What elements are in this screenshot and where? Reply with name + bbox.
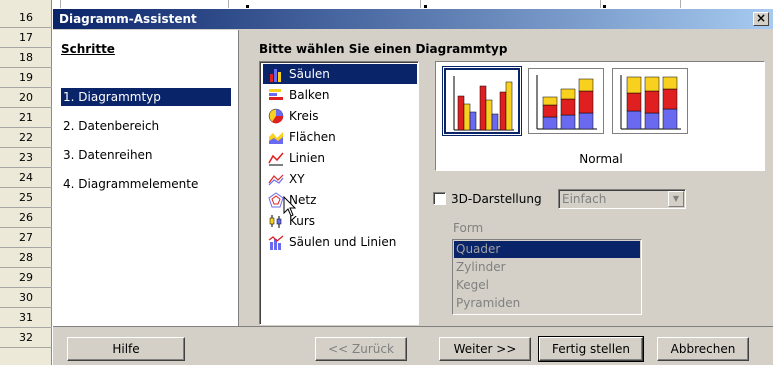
- row-number[interactable]: 25: [0, 188, 52, 208]
- step-item[interactable]: 1. Diagrammtyp: [61, 88, 231, 106]
- column-chart-icon: [270, 69, 281, 82]
- next-button[interactable]: Weiter >>: [439, 337, 531, 361]
- column-gridline: [228, 0, 229, 8]
- row-header-column: 16 17 18 19 20 21 22 23 24 25 26 27 28 29 30 31 32: [0, 0, 52, 365]
- column-line-chart-icon: [268, 235, 284, 250]
- form-list[interactable]: Quader Zylinder Kegel Pyramiden: [452, 239, 642, 315]
- dialog-title: Diagramm-Assistent: [59, 12, 197, 26]
- row-number[interactable]: 19: [0, 68, 52, 88]
- chart-wizard-dialog: Diagramm-Assistent × Schritte 1. Diagram…: [52, 8, 773, 365]
- row-number[interactable]: 31: [0, 308, 52, 328]
- variant-stacked[interactable]: [528, 68, 604, 134]
- form-option[interactable]: Kegel: [454, 277, 640, 294]
- stock-chart-icon: [269, 215, 282, 228]
- line-chart-icon: [268, 152, 284, 166]
- step-item[interactable]: 4. Diagrammelemente: [61, 175, 231, 193]
- chart-type-label: Säulen: [289, 67, 330, 81]
- chart-type-item[interactable]: Flächen: [263, 127, 417, 147]
- row-number[interactable]: 17: [0, 28, 52, 48]
- button-bar: Hilfe << Zurück Weiter >> Fertig stellen…: [53, 326, 773, 365]
- depth-select[interactable]: Einfach ▼: [558, 189, 686, 209]
- row-number[interactable]: 29: [0, 268, 52, 288]
- xy-chart-icon: [268, 174, 284, 186]
- back-button[interactable]: << Zurück: [315, 337, 407, 361]
- row-number[interactable]: 27: [0, 228, 52, 248]
- row-number[interactable]: 16: [0, 8, 52, 28]
- row-number[interactable]: 18: [0, 48, 52, 68]
- close-icon: ×: [755, 11, 767, 25]
- form-option[interactable]: Zylinder: [454, 259, 640, 276]
- row-number[interactable]: 20: [0, 88, 52, 108]
- help-button[interactable]: Hilfe: [67, 337, 185, 361]
- column-gridline: [60, 0, 61, 8]
- close-button[interactable]: ×: [753, 12, 769, 26]
- pie-chart-icon: [268, 108, 284, 124]
- area-chart-icon: [269, 132, 283, 144]
- chart-type-label: Kreis: [289, 109, 319, 123]
- chart-type-item[interactable]: Säulen: [263, 64, 417, 84]
- normal-columns-icon: [453, 76, 514, 131]
- steps-heading: Schritte: [61, 42, 115, 56]
- net-chart-icon: [268, 192, 284, 208]
- chart-type-label: Linien: [289, 151, 325, 165]
- form-option[interactable]: Quader: [454, 241, 640, 258]
- step-item[interactable]: 2. Datenbereich: [61, 117, 231, 135]
- row-number[interactable]: 32: [0, 328, 52, 348]
- dialog-titlebar[interactable]: Diagramm-Assistent ×: [53, 9, 773, 29]
- row-number[interactable]: 23: [0, 148, 52, 168]
- chart-type-item[interactable]: XY: [263, 169, 417, 189]
- steps-panel: Schritte 1. Diagrammtyp 2. Datenbereich 3.…: [53, 30, 239, 326]
- chart-type-list[interactable]: Säulen Balken Kreis Flächen Linien XY Netz Kurs…: [259, 61, 419, 325]
- chart-type-label: Flächen: [289, 130, 336, 144]
- chart-type-label: Balken: [289, 88, 330, 102]
- depth-select-value: Einfach: [562, 192, 607, 206]
- column-gridline: [600, 0, 601, 8]
- three-d-checkbox[interactable]: [433, 192, 446, 205]
- row-number[interactable]: 26: [0, 208, 52, 228]
- stacked-columns-icon: [536, 75, 597, 130]
- chart-type-item[interactable]: Säulen und Linien: [263, 232, 417, 252]
- chevron-down-icon[interactable]: ▼: [668, 191, 684, 207]
- chart-type-item[interactable]: Kreis: [263, 106, 417, 126]
- chart-type-heading: Bitte wählen Sie einen Diagrammtyp: [259, 42, 508, 56]
- row-number[interactable]: 22: [0, 128, 52, 148]
- variant-normal[interactable]: [442, 66, 522, 136]
- chart-type-label: XY: [289, 172, 305, 186]
- finish-button[interactable]: Fertig stellen: [538, 336, 644, 362]
- three-d-label[interactable]: 3D-Darstellung: [451, 191, 542, 207]
- variant-label: Normal: [579, 152, 623, 166]
- chart-type-item[interactable]: Linien: [263, 148, 417, 168]
- variant-percent-stacked[interactable]: [612, 68, 688, 134]
- row-number[interactable]: 30: [0, 288, 52, 308]
- chart-variant-panel: Normal: [435, 61, 765, 171]
- chart-type-label: Säulen und Linien: [289, 235, 397, 249]
- row-number[interactable]: 28: [0, 248, 52, 268]
- cancel-button[interactable]: Abbrechen: [657, 337, 749, 361]
- mouse-cursor-icon: [283, 196, 297, 217]
- form-option[interactable]: Pyramiden: [454, 295, 640, 312]
- row-number[interactable]: 24: [0, 168, 52, 188]
- percent-stacked-columns-icon: [620, 75, 681, 130]
- column-gridline: [420, 0, 421, 8]
- bar-chart-icon: [269, 89, 283, 100]
- chart-type-item[interactable]: Balken: [263, 85, 417, 105]
- row-number[interactable]: 21: [0, 108, 52, 128]
- column-gridline: [680, 0, 681, 8]
- step-item[interactable]: 3. Datenreihen: [61, 146, 231, 164]
- form-label: Form: [453, 221, 484, 235]
